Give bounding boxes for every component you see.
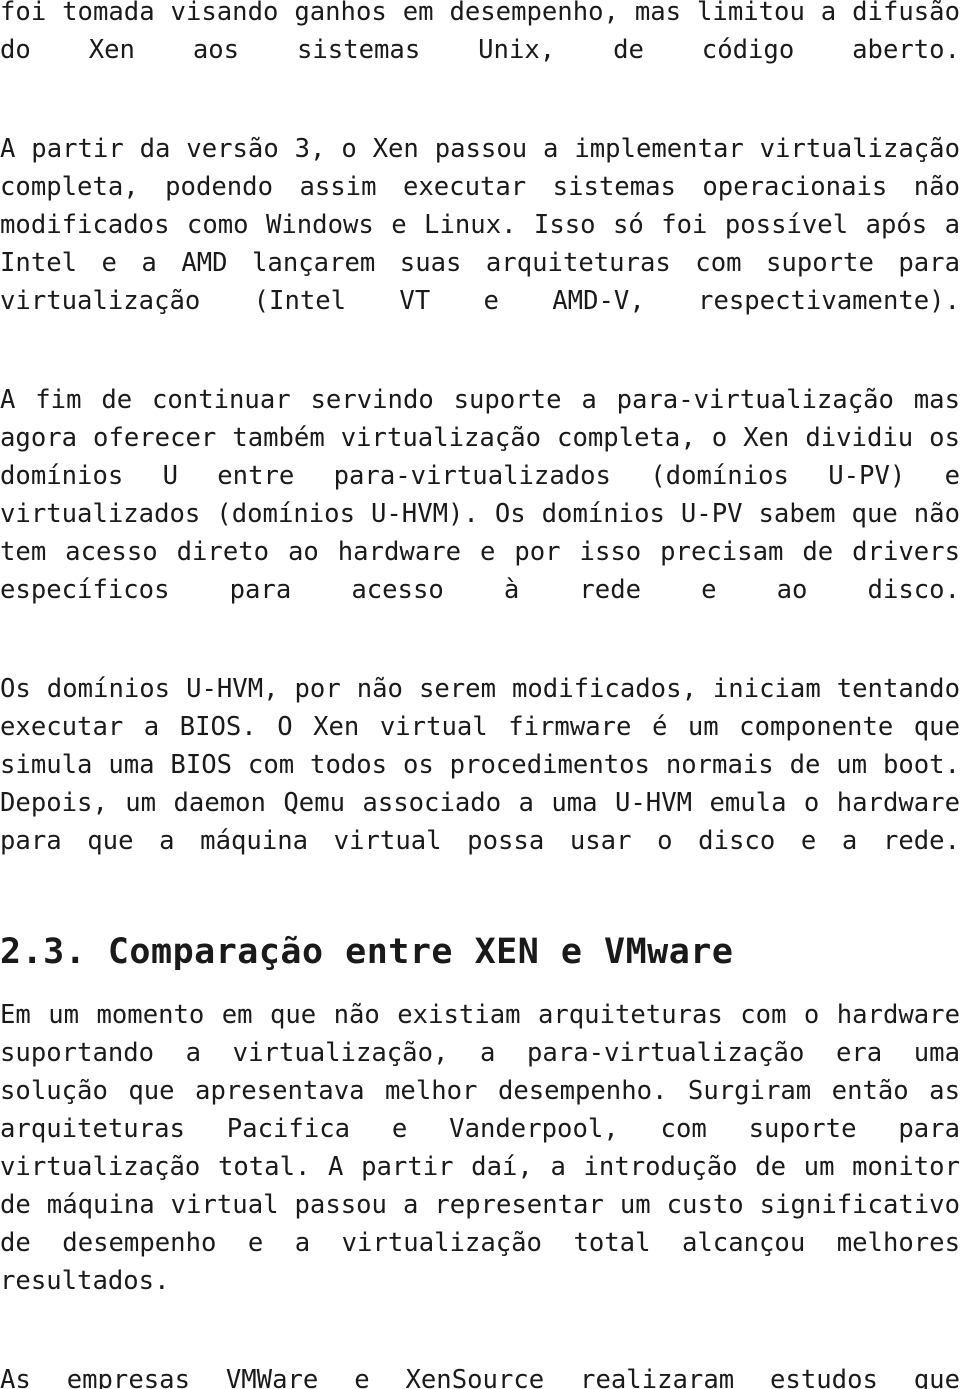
paragraph-dominios-upv-uhvm: A fim de continuar servindo suporte a pa… xyxy=(0,385,960,605)
paragraph-xen-versao3: A partir da versão 3, o Xen passou a imp… xyxy=(0,134,960,316)
paragraph-xen-unix: foi tomada visando ganhos em desempenho,… xyxy=(0,0,960,65)
document-body: foi tomada visando ganhos em desempenho,… xyxy=(0,0,960,1389)
paragraph-uhvm-bios-qemu: Os domínios U-HVM, por não serem modific… xyxy=(0,674,960,856)
paragraph-pacifica-vanderpool: Em um momento em que não existiam arquit… xyxy=(0,1000,960,1296)
document-page: foi tomada visando ganhos em desempenho,… xyxy=(0,0,960,1389)
section-heading-comparacao-xen-vmware: 2.3. Comparação entre XEN e VMware xyxy=(0,932,734,972)
paragraph-vmware-xensource-estudos: As empresas VMWare e XenSource realizara… xyxy=(0,1365,960,1389)
